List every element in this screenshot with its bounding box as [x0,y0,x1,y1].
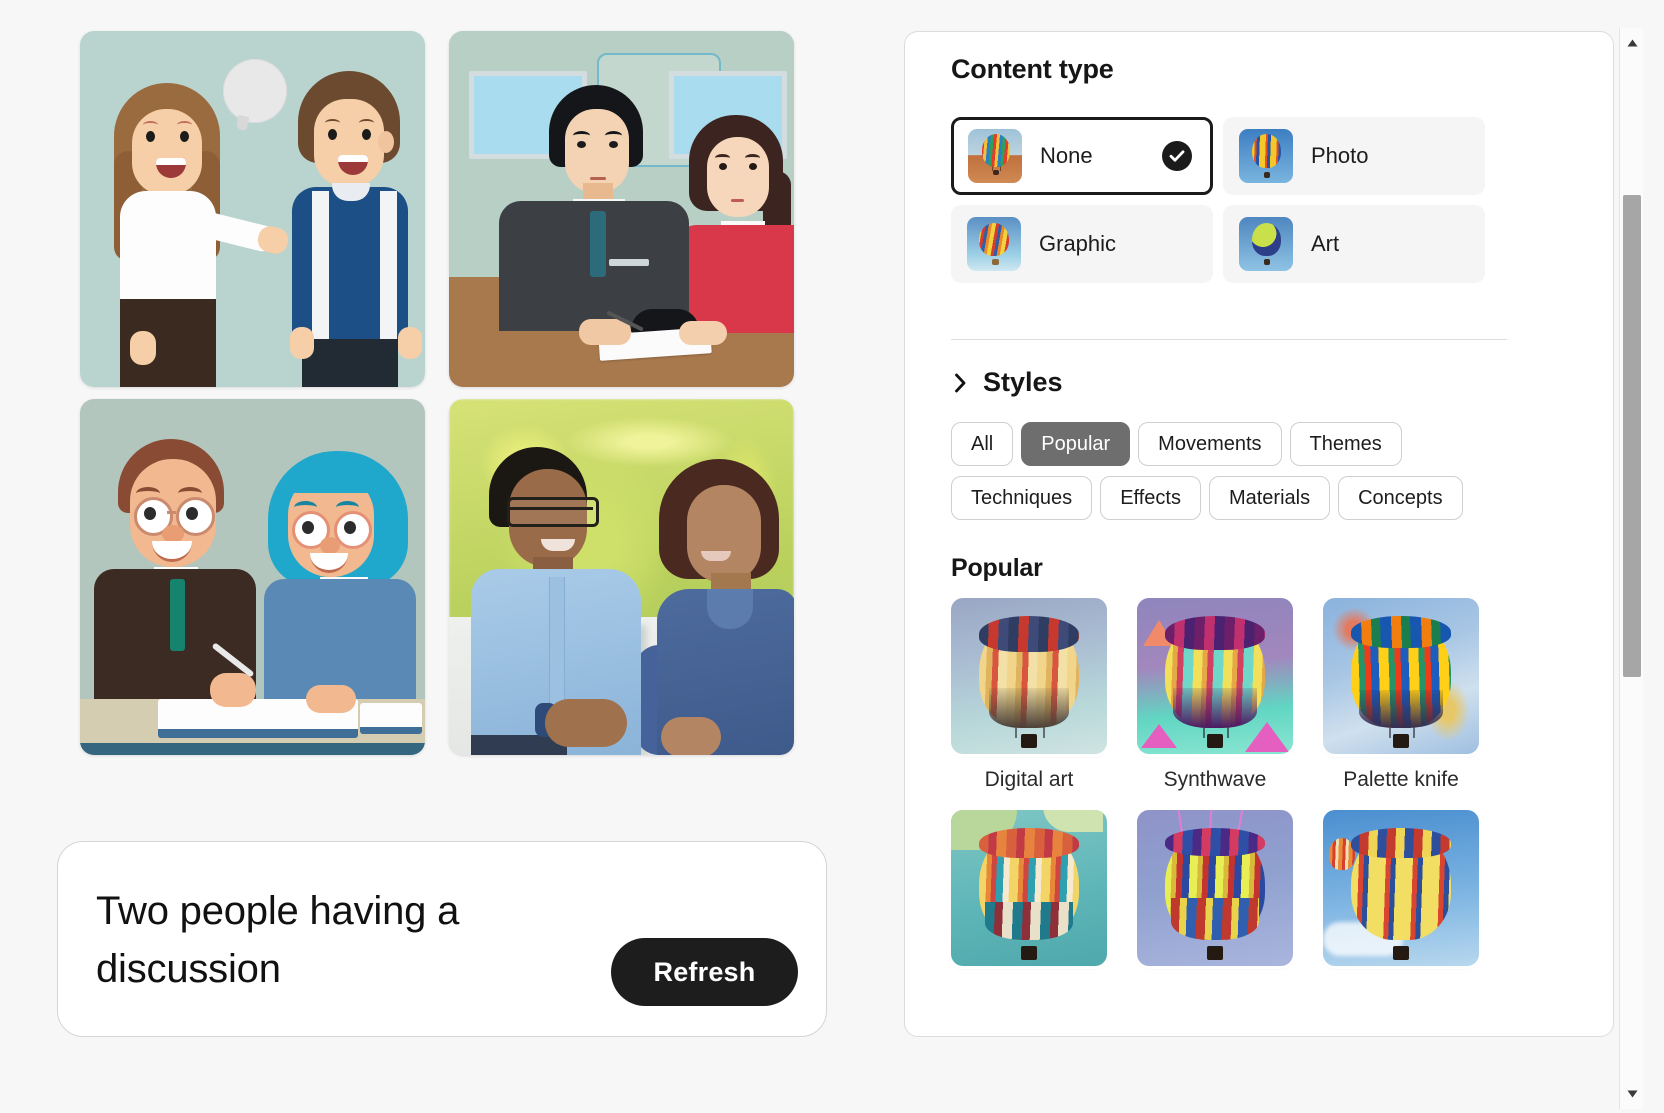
triangle-down-icon[interactable] [1620,1083,1644,1105]
content-type-option-none[interactable]: None [951,117,1213,195]
illustration-two-professionals-with-book [80,399,425,755]
check-icon [1162,141,1192,171]
style-filter-popular[interactable]: Popular [1021,422,1131,466]
style-filter-concepts[interactable]: Concepts [1338,476,1463,520]
balloon-desert-thumbnail-icon [968,129,1022,183]
result-image-2[interactable] [449,31,794,387]
result-image-4[interactable] [449,399,794,755]
content-type-label-graphic: Graphic [1039,231,1117,256]
balloon-graphic-thumbnail-icon [967,217,1021,271]
content-type-label-art: Art [1311,231,1340,256]
style-item-synthwave[interactable]: Synthwave [1137,598,1293,792]
photo-two-people-outdoors [449,399,794,755]
style-label-palette-knife: Palette knife [1343,768,1459,791]
content-type-option-graphic[interactable]: Graphic [951,205,1213,283]
chevron-right-icon [951,369,969,397]
prompt-input[interactable]: Two people having a discussion [96,882,576,998]
style-filter-materials[interactable]: Materials [1208,476,1331,520]
balloon-photo-thumbnail-icon [1239,129,1293,183]
styles-heading: Styles [983,367,1063,397]
illustration-office-meeting [449,31,794,387]
balloon-art-thumbnail-icon [1239,217,1293,271]
styles-section-toggle[interactable]: Styles [951,367,1063,398]
balloon-row2-b-thumbnail-icon [1137,810,1293,966]
triangle-up-icon[interactable] [1620,32,1644,54]
results-pane: Two people having a discussion Refresh [0,0,900,1113]
style-grid: Digital art Synthwave Palette knife [951,598,1511,980]
style-item-row2-b[interactable] [1137,810,1293,980]
prompt-bar[interactable]: Two people having a discussion Refresh [57,841,827,1037]
scrollbar-thumb[interactable] [1623,195,1641,677]
settings-panel: Content type None Photo Graphic Art Styl… [904,31,1614,1037]
speech-bubble-icon [223,59,287,123]
settings-panel-content: Content type None Photo Graphic Art Styl… [905,32,1593,1036]
style-item-row2-c[interactable] [1323,810,1479,980]
result-image-1[interactable] [80,31,425,387]
results-grid [80,31,800,755]
result-image-3[interactable] [80,399,425,755]
style-filter-movements[interactable]: Movements [1138,422,1282,466]
refresh-button[interactable]: Refresh [611,938,798,1006]
content-type-label-none: None [1040,143,1093,168]
content-type-label-photo: Photo [1311,143,1369,168]
content-type-option-art[interactable]: Art [1223,205,1485,283]
illustration-two-people-talking-speech-bubble [80,31,425,387]
style-label-synthwave: Synthwave [1163,768,1267,791]
panel-scrollbar[interactable] [1619,28,1643,1109]
style-filter-effects[interactable]: Effects [1100,476,1201,520]
style-filter-themes[interactable]: Themes [1289,422,1402,466]
section-divider [951,339,1507,340]
balloon-row2-a-thumbnail-icon [951,810,1107,966]
style-filter-techniques[interactable]: Techniques [951,476,1093,520]
style-item-row2-a[interactable] [951,810,1107,980]
style-item-digital-art[interactable]: Digital art [951,598,1107,792]
balloon-row2-c-thumbnail-icon [1323,810,1479,966]
balloon-synthwave-thumbnail-icon [1137,598,1293,754]
balloon-palette-knife-thumbnail-icon [1323,598,1479,754]
style-label-digital-art: Digital art [984,768,1074,791]
style-filter-chips: All Popular Movements Themes Techniques … [951,422,1511,520]
app-root: Two people having a discussion Refresh C… [0,0,1664,1113]
popular-group-heading: Popular [951,554,1043,582]
style-filter-all[interactable]: All [951,422,1014,466]
content-type-options: None Photo Graphic Art [951,117,1485,283]
content-type-option-photo[interactable]: Photo [1223,117,1485,195]
balloon-digital-art-thumbnail-icon [951,598,1107,754]
style-item-palette-knife[interactable]: Palette knife [1323,598,1479,792]
content-type-heading: Content type [951,54,1114,84]
